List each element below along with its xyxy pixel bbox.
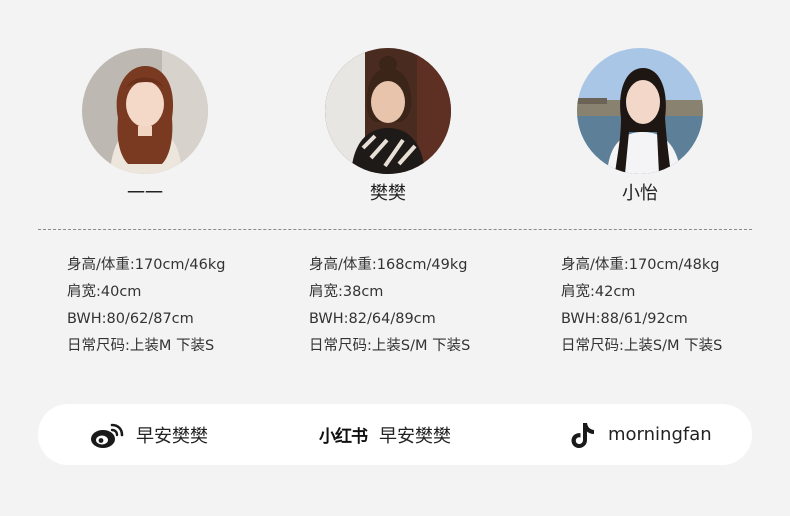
height-weight: 身高/体重:168cm/49kg — [309, 257, 468, 273]
model-stats-xiaoyi: 身高/体重:170cm/48kg 肩宽:42cm BWH:88/61/92cm … — [561, 252, 722, 360]
xiaohongshu-account[interactable]: 小红书 早安樊樊 — [319, 404, 451, 465]
social-accounts-bar: 早安樊樊 小红书 早安樊樊 morningfan — [38, 404, 752, 465]
daily-size: 日常尺码:上装S/M 下装S — [561, 338, 723, 354]
bwh-measurements: BWH:82/64/89cm — [309, 311, 436, 327]
model-photo-xiaoyi — [577, 48, 703, 174]
shoulder-width: 肩宽:42cm — [561, 284, 636, 300]
dashed-divider — [38, 229, 752, 230]
daily-size: 日常尺码:上装S/M 下装S — [309, 338, 471, 354]
model-name: 樊樊 — [370, 183, 406, 204]
model-card-fanfan: 樊樊 — [318, 48, 458, 206]
bwh-measurements: BWH:88/61/92cm — [561, 311, 688, 327]
weibo-handle: 早安樊樊 — [136, 425, 208, 447]
weibo-icon — [90, 421, 124, 449]
tiktok-icon — [570, 421, 596, 449]
shoulder-width: 肩宽:38cm — [309, 284, 384, 300]
height-weight: 身高/体重:170cm/46kg — [67, 257, 226, 273]
height-weight: 身高/体重:170cm/48kg — [561, 257, 720, 273]
model-photo-yiyi — [82, 48, 208, 174]
weibo-account[interactable]: 早安樊樊 — [90, 404, 208, 465]
model-stats-fanfan: 身高/体重:168cm/49kg 肩宽:38cm BWH:82/64/89cm … — [309, 252, 470, 360]
model-name: 一一 — [127, 183, 163, 204]
model-card-yiyi: 一一 — [75, 48, 215, 206]
xiaohongshu-logo: 小红书 — [319, 427, 368, 447]
model-stats-yiyi: 身高/体重:170cm/46kg 肩宽:40cm BWH:80/62/87cm … — [67, 252, 225, 360]
model-card-xiaoyi: 小怡 — [570, 48, 710, 206]
douyin-account[interactable]: morningfan — [570, 404, 712, 465]
model-name: 小怡 — [622, 183, 658, 204]
douyin-handle: morningfan — [608, 424, 712, 445]
bwh-measurements: BWH:80/62/87cm — [67, 311, 194, 327]
daily-size: 日常尺码:上装M 下装S — [67, 338, 215, 354]
model-photo-fanfan — [325, 48, 451, 174]
xiaohongshu-handle: 早安樊樊 — [379, 425, 451, 447]
shoulder-width: 肩宽:40cm — [67, 284, 142, 300]
